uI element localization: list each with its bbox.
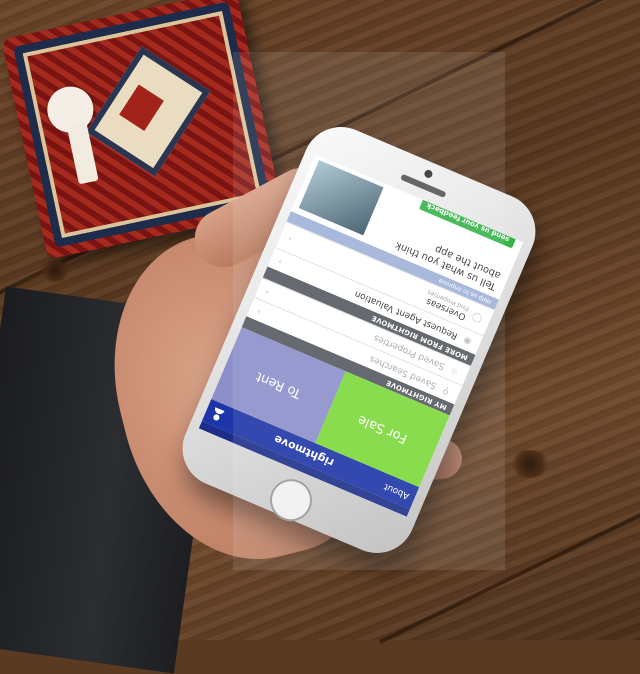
wood-knot: [40, 260, 70, 282]
user-icon[interactable]: [210, 407, 226, 423]
translucent-overlay: [233, 52, 505, 570]
wood-knot: [510, 450, 550, 478]
